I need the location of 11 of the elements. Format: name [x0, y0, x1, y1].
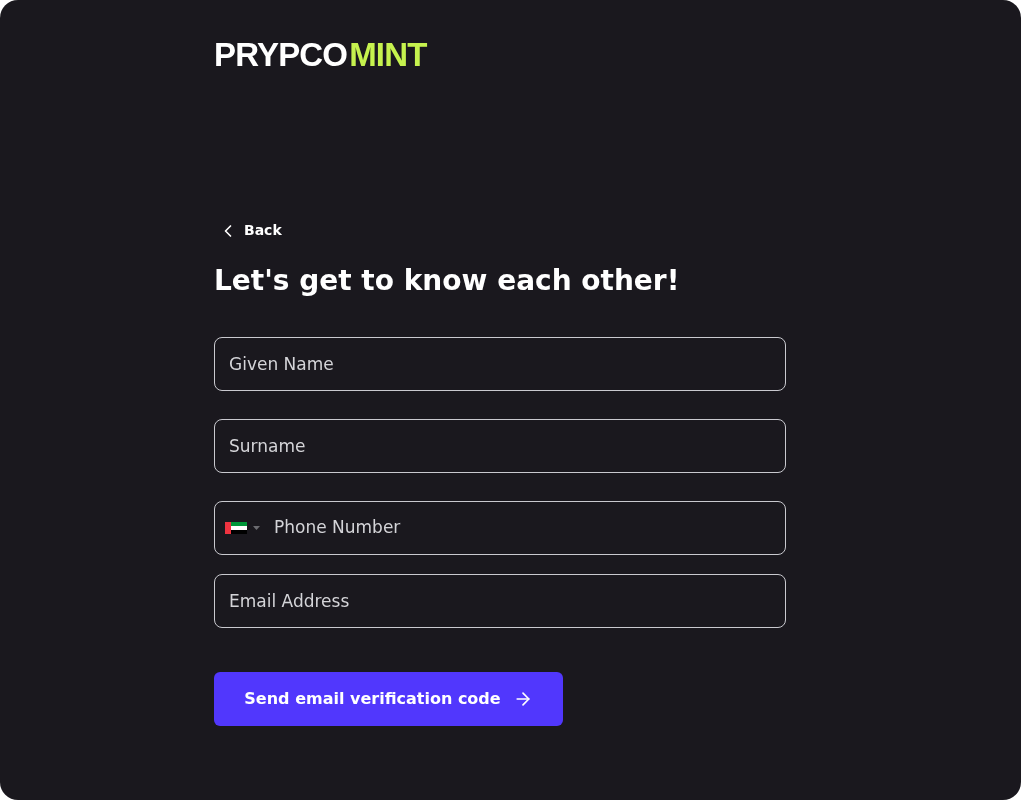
flag-icon [225, 522, 247, 534]
input-field[interactable]: Surname [214, 419, 786, 473]
logo: PRYPCOMINT [214, 38, 428, 75]
input-field[interactable]: Email Address [214, 574, 786, 628]
input-field[interactable]: Given Name [214, 337, 786, 391]
back-link[interactable]: Back [214, 220, 282, 241]
phone-number-input[interactable]: Phone Number [274, 515, 785, 541]
dropdown-caret-icon[interactable] [253, 526, 260, 530]
phone-field[interactable]: Phone Number [214, 501, 786, 555]
page-heading: Let's get to know each other! [214, 267, 681, 295]
send-code-button[interactable]: Send email verification code [214, 672, 563, 726]
